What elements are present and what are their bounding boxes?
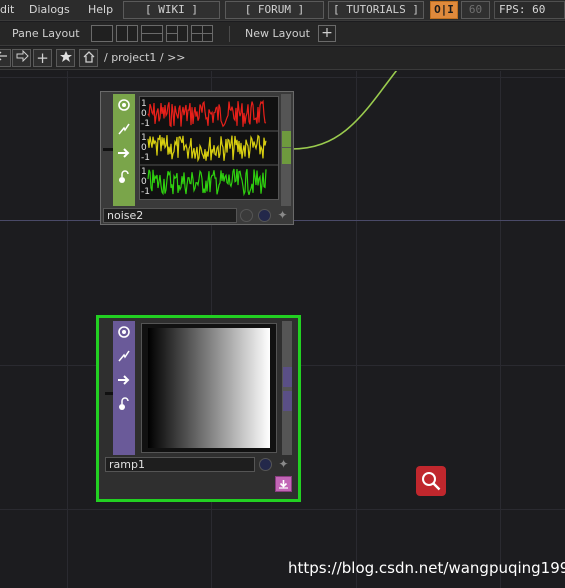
ramp-viewer[interactable] xyxy=(141,323,277,453)
arrow-right-icon[interactable] xyxy=(116,146,132,162)
perf-count: 60 xyxy=(461,1,490,19)
layout-split-vertical-icon[interactable] xyxy=(116,25,138,42)
lightning-icon[interactable] xyxy=(116,349,132,365)
output-connector[interactable] xyxy=(283,367,292,387)
new-layout-button[interactable]: + xyxy=(318,25,336,42)
noise-chop-node[interactable]: 1 0 -1 1 0 -1 1 0 -1 noise2 ✦ xyxy=(100,91,294,225)
forward-arrow-icon xyxy=(16,49,29,63)
tick-label: -1 xyxy=(141,153,150,163)
tick-label: 0 xyxy=(141,177,147,187)
node-side-bar xyxy=(113,94,135,206)
pane-layout-bar: Pane Layout New Layout + xyxy=(0,22,565,46)
tick-label: -1 xyxy=(141,187,150,197)
tick-label: 0 xyxy=(141,109,147,119)
node-name[interactable]: ramp1 xyxy=(105,457,255,472)
noise-channel-3 xyxy=(147,168,267,197)
output-connector[interactable] xyxy=(283,391,292,411)
path-bar: + / project1 / >> xyxy=(0,47,565,70)
layout-split-horizontal-icon[interactable] xyxy=(141,25,163,42)
tutorials-button[interactable]: [ TUTORIALS ] xyxy=(328,1,424,19)
forward-button[interactable] xyxy=(12,49,31,67)
output-connector[interactable] xyxy=(282,131,291,147)
layout-three-pane-icon[interactable] xyxy=(166,25,188,42)
download-icon[interactable] xyxy=(275,476,292,492)
watermark-url: https://blog.csdn.net/wangpuqing1997 xyxy=(288,559,565,577)
lock-icon[interactable] xyxy=(116,397,132,413)
viewer-icon[interactable] xyxy=(116,98,132,114)
layout-four-pane-icon[interactable] xyxy=(191,25,213,42)
layout-single-icon[interactable] xyxy=(91,25,113,42)
wiki-button[interactable]: [ WIKI ] xyxy=(123,1,220,19)
star-button[interactable] xyxy=(56,49,75,67)
network-editor[interactable]: 1 0 -1 1 0 -1 1 0 -1 noise2 ✦ ramp1 ✦ ht… xyxy=(0,71,565,588)
tick-label: 1 xyxy=(141,99,147,109)
home-button[interactable] xyxy=(79,49,98,67)
move-icon[interactable]: ✦ xyxy=(276,457,291,472)
output-connector[interactable] xyxy=(282,148,291,164)
fps-readout: FPS: 60 xyxy=(494,1,565,19)
tick-label: 1 xyxy=(141,133,147,143)
tick-label: 0 xyxy=(141,143,147,153)
move-icon[interactable]: ✦ xyxy=(275,208,290,223)
menu-help[interactable]: Help xyxy=(88,3,113,16)
add-button[interactable]: + xyxy=(33,49,52,67)
menu-bar: dit Dialogs Help [ WIKI ] [ FORUM ] [ TU… xyxy=(0,0,565,21)
star-icon xyxy=(59,51,72,62)
menu-edit[interactable]: dit xyxy=(0,3,14,16)
search-icon xyxy=(422,472,441,491)
tick-label: -1 xyxy=(141,119,150,129)
pane-layout-label: Pane Layout xyxy=(12,27,80,40)
oi-toggle-button[interactable]: O|I xyxy=(430,1,458,19)
node-name[interactable]: noise2 xyxy=(103,208,237,223)
lock-icon[interactable] xyxy=(116,170,132,186)
input-connector[interactable] xyxy=(103,148,113,151)
home-icon xyxy=(83,51,94,63)
display-flag[interactable] xyxy=(258,209,271,222)
noise-channel-2 xyxy=(147,134,267,163)
noise-channel-1 xyxy=(147,99,267,128)
node-side-bar xyxy=(113,321,135,455)
back-icon xyxy=(0,51,7,61)
bypass-flag[interactable] xyxy=(240,209,253,222)
network-path[interactable]: / project1 / >> xyxy=(104,51,186,64)
arrow-right-icon[interactable] xyxy=(116,373,132,389)
display-flag[interactable] xyxy=(259,458,272,471)
viewer-icon[interactable] xyxy=(116,325,132,341)
tick-label: 1 xyxy=(141,167,147,177)
ramp-gradient xyxy=(148,328,270,448)
ramp-top-node[interactable]: ramp1 ✦ xyxy=(96,315,301,502)
new-layout-label: New Layout xyxy=(245,27,310,40)
noise-waveforms: 10-110-110-1 xyxy=(140,99,278,197)
lightning-icon[interactable] xyxy=(116,122,132,138)
forum-button[interactable]: [ FORUM ] xyxy=(225,1,324,19)
input-connector[interactable] xyxy=(105,392,113,395)
search-button[interactable] xyxy=(416,466,446,496)
menu-dialogs[interactable]: Dialogs xyxy=(29,3,70,16)
channel-viewer[interactable]: 1 0 -1 1 0 -1 1 0 -1 xyxy=(139,96,279,200)
back-button[interactable] xyxy=(0,49,11,67)
